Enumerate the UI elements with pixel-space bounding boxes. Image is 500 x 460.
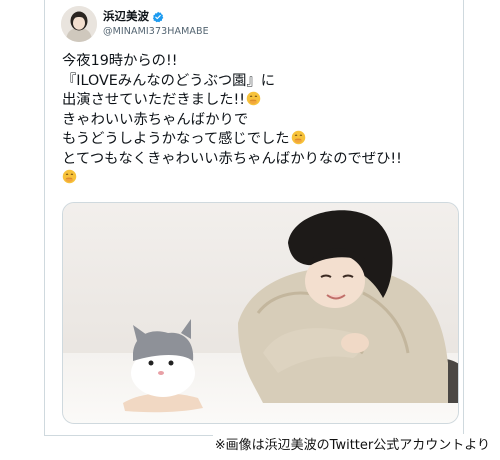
tweet-line: きゃわいい赤ちゃんばかりで: [62, 111, 249, 128]
photo-woman-with-kitten-icon: [63, 203, 458, 423]
tweet-card: 浜辺美波 @MINAMI373HAMABE 今夜19時からの!! 『ILOVEみ…: [44, 0, 464, 436]
tweet-line: 『ILOVEみんなのどうぶつ園』に: [62, 72, 276, 89]
image-credit-caption: ※画像は浜辺美波のTwitter公式アカウントより: [212, 434, 492, 453]
face-with-hand-over-mouth-icon: [246, 91, 261, 106]
tweet-line-with-emoji: もうどうしようかなって感じでした: [62, 130, 462, 150]
tweet-line-text: もうどうしようかなって感じでした: [62, 131, 290, 147]
name-row: 浜辺美波: [103, 9, 209, 24]
user-meta: 浜辺美波 @MINAMI373HAMABE: [103, 9, 209, 39]
tweet-line-text: 出演させていただきました!!: [62, 92, 246, 108]
face-with-hand-over-mouth-icon: [291, 130, 306, 145]
tweet-line-with-emoji: 出演させていただきました!!: [62, 91, 462, 111]
face-with-hand-over-mouth-icon: [62, 169, 77, 184]
verified-badge-icon: [152, 11, 164, 23]
user-handle[interactable]: @MINAMI373HAMABE: [103, 24, 209, 39]
tweet-text: 今夜19時からの!! 『ILOVEみんなのどうぶつ園』に 出演させていただきまし…: [62, 52, 462, 189]
tweet-header: 浜辺美波 @MINAMI373HAMABE: [61, 4, 209, 44]
avatar[interactable]: [61, 6, 97, 42]
tweet-line: 今夜19時からの!!: [62, 53, 178, 69]
avatar-image: [61, 6, 97, 42]
display-name[interactable]: 浜辺美波: [103, 9, 149, 24]
tweet-line: とてつもなくきゃわいい赤ちゃんばかりなのでぜひ!!: [62, 150, 402, 167]
tweet-line-emoji-only: [62, 169, 462, 189]
tweet-media-photo[interactable]: [62, 202, 459, 424]
